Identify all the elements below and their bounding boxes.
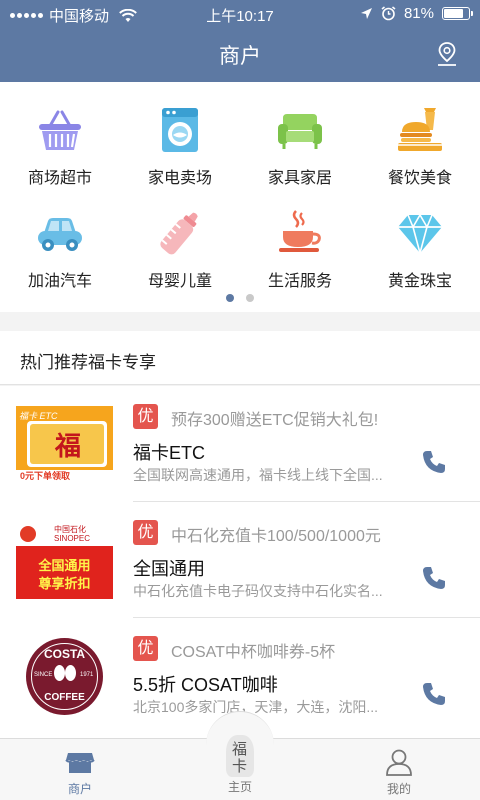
alarm-icon: [381, 6, 396, 21]
thumb-costa-top: COSTA: [43, 647, 86, 661]
merchant-desc: 全国联网高速通用，福卡线上线下全国...: [133, 467, 383, 483]
fuka-home-icon: 福 卡: [226, 735, 254, 777]
category-jewelry[interactable]: 黄金珠宝: [360, 207, 480, 291]
promo-badge: 优: [133, 404, 158, 429]
tab-label: 商户: [67, 782, 92, 796]
basket-icon: [39, 110, 81, 150]
promo-badge: 优: [133, 520, 158, 545]
category-label: 餐饮美食: [387, 170, 452, 187]
location-pin-icon[interactable]: [434, 40, 460, 68]
diamond-icon: [398, 213, 442, 257]
category-label: 商场超市: [27, 170, 92, 187]
phone-icon[interactable]: [421, 681, 447, 707]
category-food[interactable]: 餐饮美食: [360, 104, 480, 188]
category-baby[interactable]: 母婴儿童: [120, 207, 240, 291]
category-services[interactable]: 生活服务: [240, 207, 360, 291]
thumb-costa-since: SINCE: [34, 672, 53, 678]
category-label: 加油汽车: [27, 273, 92, 290]
baby-bottle-icon: [160, 212, 198, 255]
tab-bar: 商户 福 卡 主页 我的: [0, 711, 480, 800]
tab-label: 我的: [386, 782, 411, 796]
thumb-costa-year: 1971: [80, 672, 94, 678]
category-furniture[interactable]: 家具家居: [240, 104, 360, 188]
washing-machine-icon: [162, 108, 198, 152]
thumb-line1: 全国通用: [38, 558, 91, 573]
category-label: 家具家居: [267, 170, 332, 187]
promo-text: COSAT中杯咖啡券-5杯: [171, 644, 336, 661]
tab-mine[interactable]: 我的: [339, 739, 459, 800]
category-appliances[interactable]: 家电卖场: [120, 104, 240, 188]
thumb-brand-en: SINOPEC: [54, 534, 91, 543]
tab-label: 主页: [227, 780, 252, 794]
sofa-icon: [278, 114, 322, 149]
section-header: 热门推荐福卡专享: [0, 331, 480, 385]
shop-icon: [65, 753, 95, 773]
page-dot[interactable]: [246, 294, 254, 302]
tab-home[interactable]: 福 卡 主页: [180, 735, 300, 800]
status-bar: 中国移动 上午10:17 81%: [0, 0, 480, 28]
promo-text: 中石化充值卡100/500/1000元: [171, 528, 381, 545]
section-title: 热门推荐福卡专享: [20, 353, 156, 372]
fast-food-icon: [398, 108, 442, 151]
merchant-name: 福卡ETC: [133, 443, 205, 463]
promo-badge: 优: [133, 636, 158, 661]
battery-fill: [444, 9, 464, 18]
phone-icon[interactable]: [421, 449, 447, 475]
location-arrow-icon: [360, 8, 372, 19]
battery-icon: [442, 7, 473, 20]
etc-card-thumbnail: 福卡 ETC 福 0元下单领取: [16, 406, 113, 483]
status-right: 81%: [360, 5, 473, 22]
category-label: 黄金珠宝: [387, 273, 452, 290]
page-indicator: [0, 294, 480, 302]
coffee-cup-icon: [279, 210, 321, 252]
category-auto[interactable]: 加油汽车: [0, 207, 120, 291]
merchant-list: 福卡 ETC 福 0元下单领取 优 预存300赠送ETC促销大礼包! 福卡ETC…: [0, 386, 480, 738]
car-icon: [38, 218, 82, 251]
merchant-desc: 北京100多家门店，天津，大连，沈阳...: [133, 699, 379, 715]
tab-shop[interactable]: 商户: [20, 739, 140, 800]
promo-text: 预存300赠送ETC促销大礼包!: [171, 412, 379, 429]
person-icon: [386, 749, 412, 776]
thumb-card-footer: 0元下单领取: [20, 471, 71, 481]
list-item[interactable]: 中国石化 SINOPEC 全国通用 尊享折扣 优 中石化充值卡100/500/1…: [0, 502, 480, 618]
merchant-desc: 中石化充值卡电子码仅支持中石化实名...: [133, 583, 383, 599]
list-item[interactable]: 福卡 ETC 福 0元下单领取 优 预存300赠送ETC促销大礼包! 福卡ETC…: [0, 386, 480, 502]
battery-percent: 81%: [403, 5, 434, 22]
category-grid: 商场超市 家电卖场 家具家居 餐饮美食 加油汽车 母婴儿童 生活服务 黄金珠宝: [0, 82, 480, 312]
phone-icon[interactable]: [421, 565, 447, 591]
category-label: 生活服务: [267, 273, 332, 290]
merchant-name: 全国通用: [133, 559, 205, 579]
top-bar: 中国移动 上午10:17 81% 商户: [0, 0, 480, 82]
sinopec-card-thumbnail: 中国石化 SINOPEC 全国通用 尊享折扣: [16, 522, 113, 599]
home-logo-bottom: 卡: [232, 758, 248, 775]
page-dot-active[interactable]: [226, 294, 234, 302]
merchant-name: 5.5折 COSAT咖啡: [133, 675, 278, 695]
thumb-costa-bottom: COFFEE: [44, 692, 85, 703]
category-shopping[interactable]: 商场超市: [0, 104, 120, 188]
category-label: 母婴儿童: [147, 273, 212, 290]
costa-logo-thumbnail: COSTA COFFEE SINCE 1971: [16, 638, 113, 715]
category-label: 家电卖场: [147, 170, 212, 187]
page-title: 商户: [219, 45, 261, 68]
thumb-card-char: 福: [55, 431, 82, 461]
thumb-line2: 尊享折扣: [38, 576, 91, 591]
